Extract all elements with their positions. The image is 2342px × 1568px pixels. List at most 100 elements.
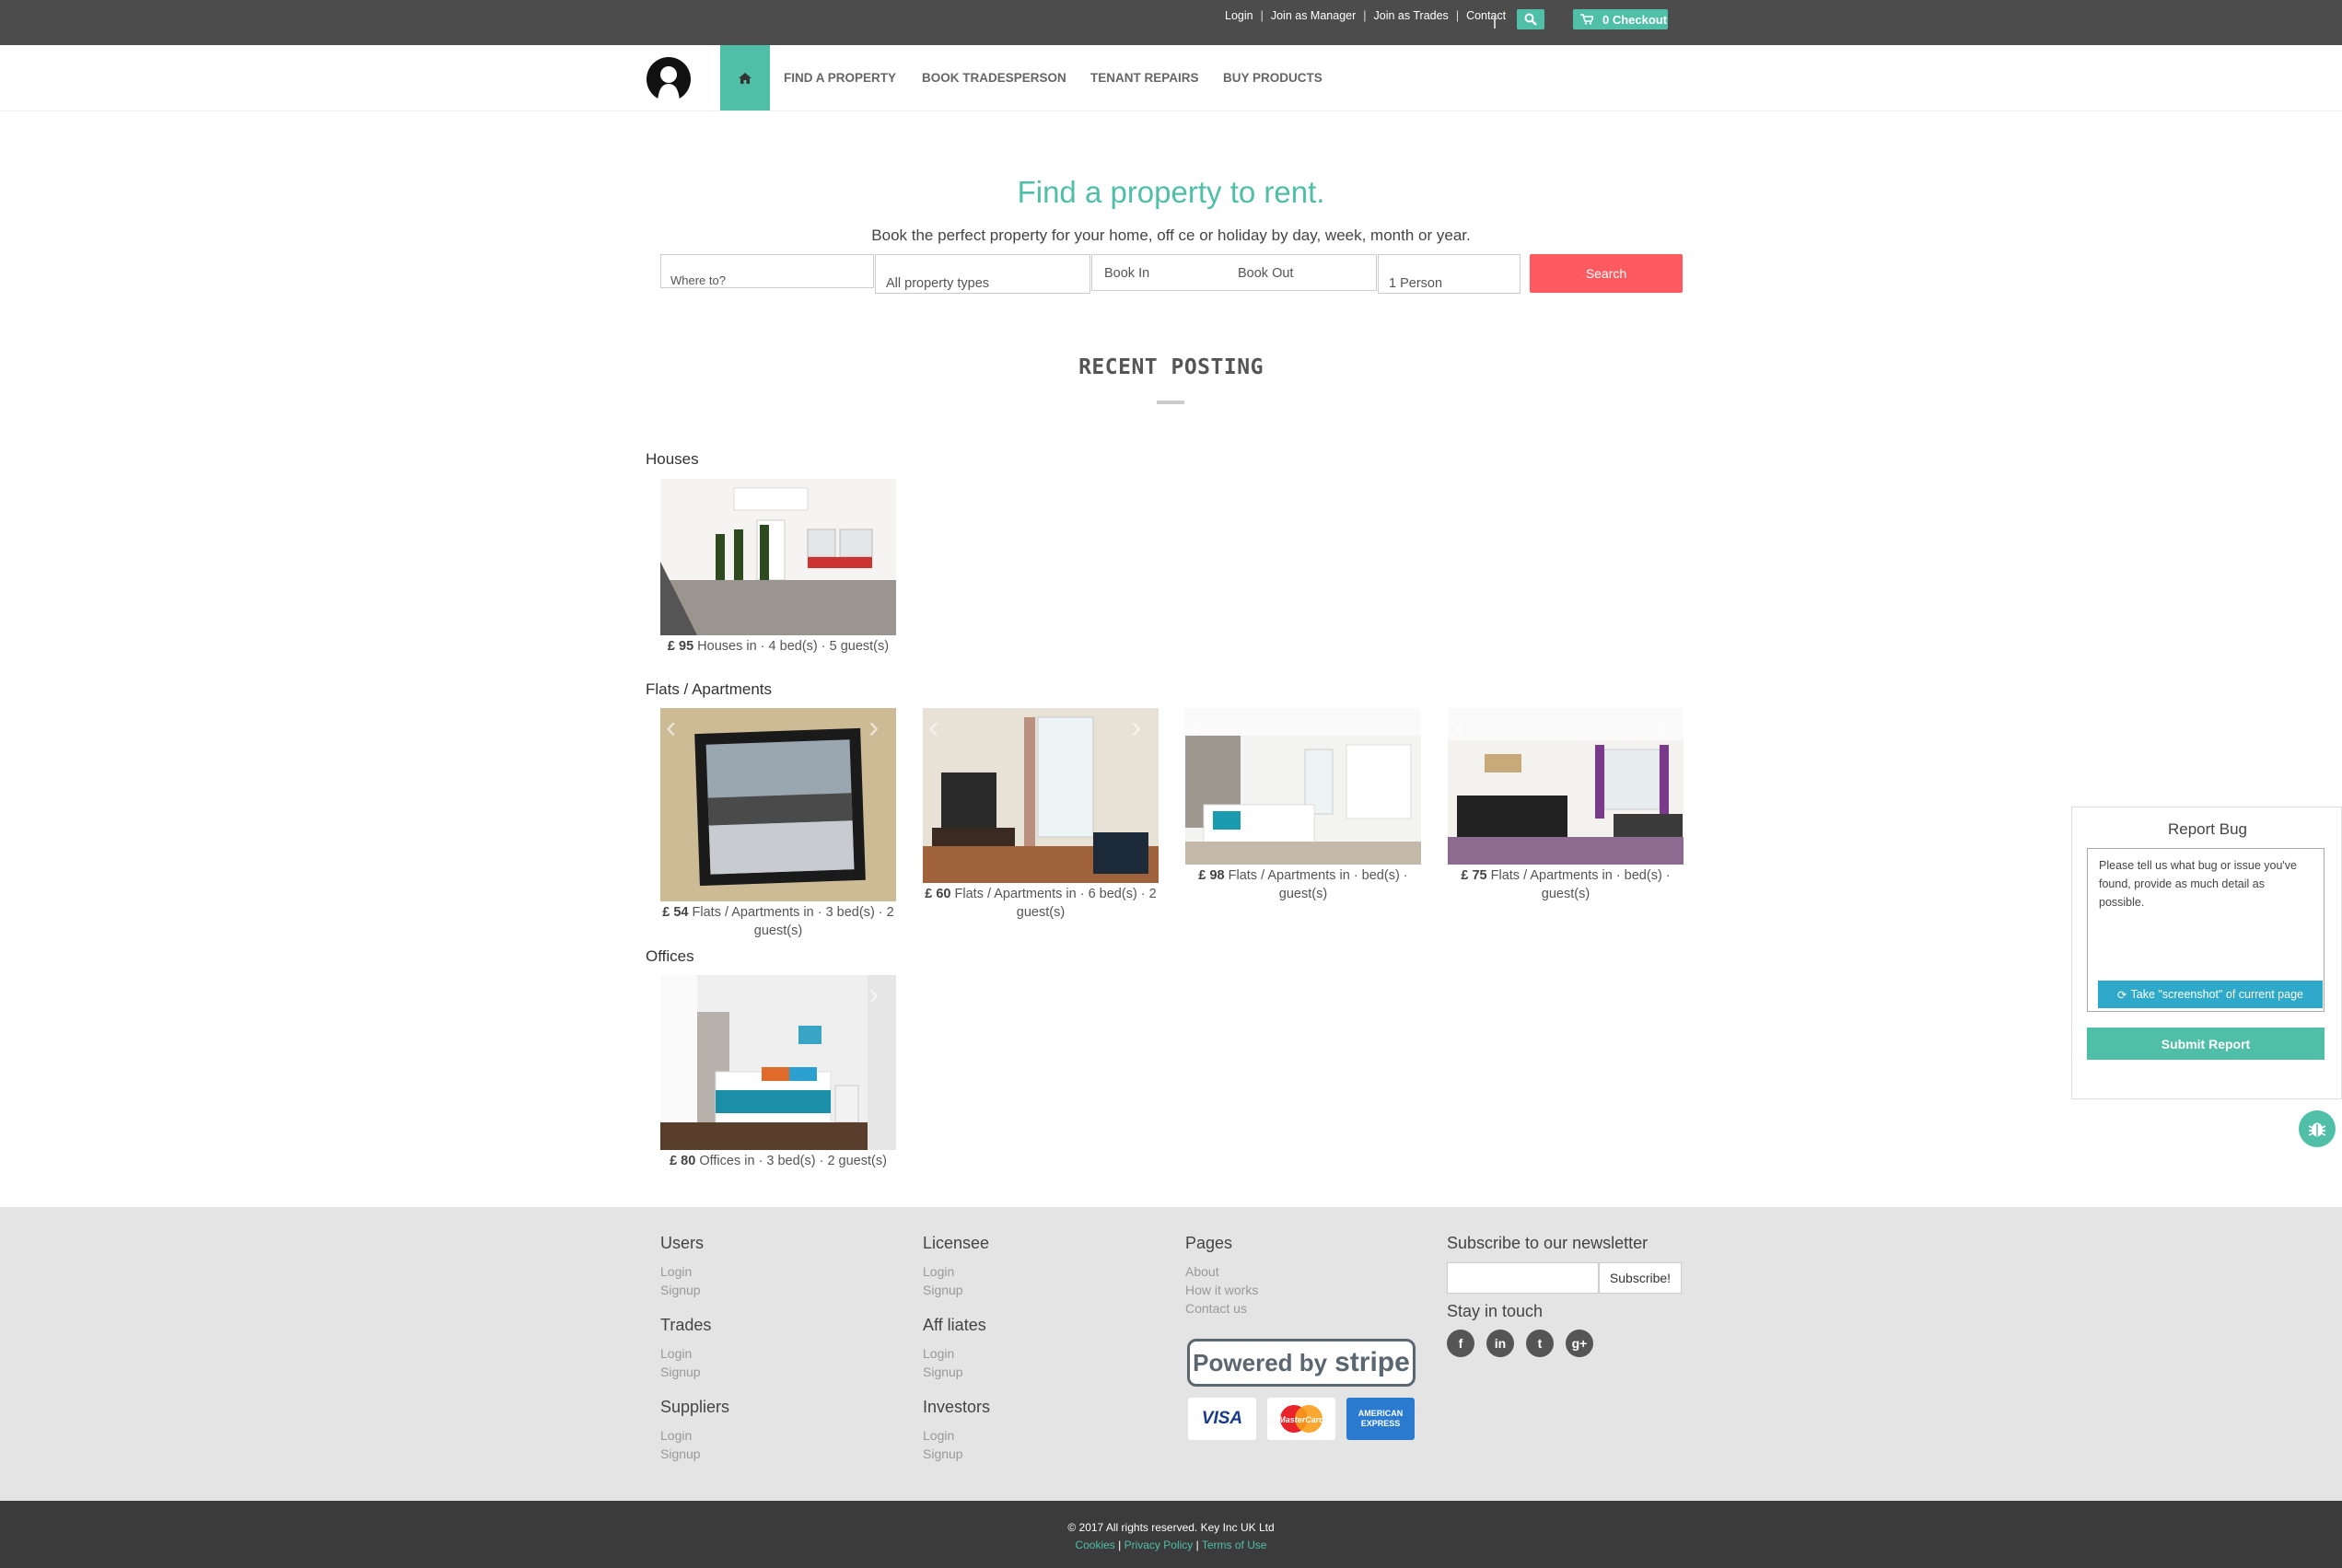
home-icon (739, 72, 752, 84)
footer-contact-link[interactable]: Contact us (1185, 1301, 1247, 1316)
footer-users-signup[interactable]: Signup (660, 1283, 701, 1297)
date-range-input[interactable]: Book In Book Out (1091, 254, 1377, 291)
legal-links: Cookies | Privacy Policy | Terms of Use (1075, 1539, 1267, 1551)
top-utility-bar: Login | Join as Manager | Join as Trades | Con… (0, 0, 2342, 45)
book-out-placeholder[interactable]: Book Out (1238, 266, 1293, 281)
footer-licensee-signup[interactable]: Signup (923, 1283, 963, 1297)
next-arrow-icon[interactable]: › (1393, 712, 1404, 743)
main-nav: FIND A PROPERTY BOOK TRADESPERSON TENANT… (0, 45, 2342, 111)
where-placeholder: Where to? (670, 273, 726, 287)
prev-arrow-icon[interactable]: ‹ (666, 712, 676, 743)
footer-suppliers-login[interactable]: Login (660, 1428, 692, 1443)
checkout-label: 0 Checkout (1602, 12, 1668, 27)
listing-price: £ 95 (667, 639, 694, 654)
subscribe-button[interactable]: Subscribe! (1599, 1262, 1682, 1294)
listing-photo[interactable] (1448, 708, 1684, 865)
top-links: Login | Join as Manager | Join as Trades | Con… (1225, 9, 1507, 22)
footer-users-title: Users (660, 1234, 705, 1252)
join-trades-link[interactable]: Join as Trades (1374, 9, 1449, 22)
cookies-link[interactable]: Cookies (1075, 1539, 1114, 1551)
listing-photo[interactable] (660, 479, 896, 635)
search-icon (1524, 13, 1537, 26)
footer-affiliates-title: Aff liates (923, 1316, 986, 1334)
contact-link[interactable]: Contact (1466, 9, 1506, 22)
newsletter-email-input[interactable] (1447, 1262, 1599, 1294)
nav-tenant-repairs[interactable]: TENANT REPAIRS (1090, 71, 1199, 85)
listing-price: £ 98 (1198, 868, 1225, 883)
stay-in-touch-title: Stay in touch (1447, 1302, 1544, 1320)
facebook-icon[interactable]: f (1447, 1330, 1474, 1357)
prev-arrow-icon[interactable]: ‹ (1191, 712, 1201, 743)
guests-select[interactable]: 1 Person (1378, 254, 1521, 294)
footer-investors-title: Investors (923, 1398, 991, 1416)
join-manager-link[interactable]: Join as Manager (1271, 9, 1356, 22)
twitter-icon[interactable]: t (1526, 1330, 1554, 1357)
google-plus-icon[interactable]: g+ (1566, 1330, 1593, 1357)
next-arrow-icon[interactable]: › (868, 979, 879, 1010)
nav-find-property[interactable]: FIND A PROPERTY (784, 71, 896, 85)
nav-book-tradesperson[interactable]: BOOK TRADESPERSON (922, 71, 1066, 85)
divider (1494, 17, 1496, 29)
copyright-text: © 2017 All rights reserved. Key Inc UK L… (1067, 1521, 1275, 1534)
footer-pages-title: Pages (1185, 1234, 1233, 1252)
footer-trades-login[interactable]: Login (660, 1346, 692, 1361)
copyright-bar: © 2017 All rights reserved. Key Inc UK L… (0, 1501, 2342, 1568)
footer-trades-signup[interactable]: Signup (660, 1365, 701, 1379)
footer-investors-login[interactable]: Login (923, 1428, 954, 1443)
site-logo[interactable] (646, 56, 692, 102)
listing-price: £ 80 (670, 1154, 696, 1168)
listing-details: Flats / Apartments in · bed(s) · guest(s… (1228, 868, 1408, 901)
listing-price: £ 75 (1461, 868, 1487, 883)
next-arrow-icon[interactable]: › (868, 712, 879, 743)
property-type-select[interactable]: All property types (875, 254, 1090, 294)
footer-licensee-login[interactable]: Login (923, 1264, 954, 1279)
checkout-button[interactable]: 0 Checkout (1573, 9, 1668, 29)
category-offices: Offices (646, 947, 694, 965)
category-houses: Houses (646, 450, 699, 468)
login-link[interactable]: Login (1225, 9, 1253, 22)
footer-investors-signup[interactable]: Signup (923, 1446, 963, 1461)
footer-how-it-works-link[interactable]: How it works (1185, 1283, 1258, 1297)
listing-photo[interactable] (923, 708, 1159, 883)
screenshot-button[interactable]: ⟳ Take "screenshot" of current page (2098, 981, 2323, 1008)
footer-affiliates-login[interactable]: Login (923, 1346, 954, 1361)
nav-buy-products[interactable]: BUY PRODUCTS (1223, 71, 1322, 85)
submit-report-button[interactable]: Submit Report (2087, 1028, 2325, 1060)
prev-arrow-icon[interactable]: ‹ (928, 712, 938, 743)
terms-of-use-link[interactable]: Terms of Use (1202, 1539, 1267, 1551)
newsletter-title: Subscribe to our newsletter (1447, 1234, 1649, 1252)
listing-details: Flats / Apartments in · bed(s) · guest(s… (1490, 868, 1671, 901)
bug-icon[interactable] (2299, 1110, 2336, 1147)
book-in-placeholder[interactable]: Book In (1104, 266, 1149, 281)
listing-photo[interactable] (1185, 708, 1421, 865)
footer-about-link[interactable]: About (1185, 1264, 1219, 1279)
report-bug-panel: Report Bug Please tell us what bug or is… (2071, 807, 2342, 1099)
report-bug-title: Report Bug (2168, 820, 2247, 838)
footer-suppliers-title: Suppliers (660, 1398, 730, 1416)
listing-caption: £ 54 Flats / Apartments in · 3 bed(s) · … (660, 903, 896, 940)
top-search-button[interactable] (1517, 9, 1544, 29)
stripe-powered-by: Powered by (1193, 1348, 1328, 1376)
stripe-logo: stripe (1334, 1347, 1410, 1377)
next-arrow-icon[interactable]: › (1656, 712, 1666, 743)
footer-users-login[interactable]: Login (660, 1264, 692, 1279)
category-flats: Flats / Apartments (646, 680, 772, 698)
where-input[interactable]: Where to? (660, 254, 874, 288)
footer-affiliates-signup[interactable]: Signup (923, 1365, 963, 1379)
listing-caption: £ 80 Offices in · 3 bed(s) · 2 guest(s) (660, 1152, 896, 1170)
listing-photo[interactable] (660, 708, 896, 901)
visa-card-icon: VISA (1188, 1398, 1256, 1440)
hero-title: Find a property to rent. (1017, 175, 1325, 209)
linkedin-icon[interactable]: in (1486, 1330, 1514, 1357)
search-button[interactable]: Search (1530, 254, 1683, 293)
next-arrow-icon[interactable]: › (1131, 712, 1141, 743)
section-title: RECENT POSTING (1078, 355, 1264, 379)
privacy-policy-link[interactable]: Privacy Policy (1124, 1539, 1194, 1551)
footer (0, 1207, 2342, 1502)
footer-suppliers-signup[interactable]: Signup (660, 1446, 701, 1461)
listing-caption: £ 98 Flats / Apartments in · bed(s) · gu… (1185, 866, 1421, 903)
home-tab[interactable] (720, 45, 770, 110)
listing-photo[interactable] (660, 975, 896, 1150)
prev-arrow-icon[interactable]: ‹ (1453, 712, 1463, 743)
prev-arrow-icon[interactable]: ‹ (666, 979, 676, 1010)
